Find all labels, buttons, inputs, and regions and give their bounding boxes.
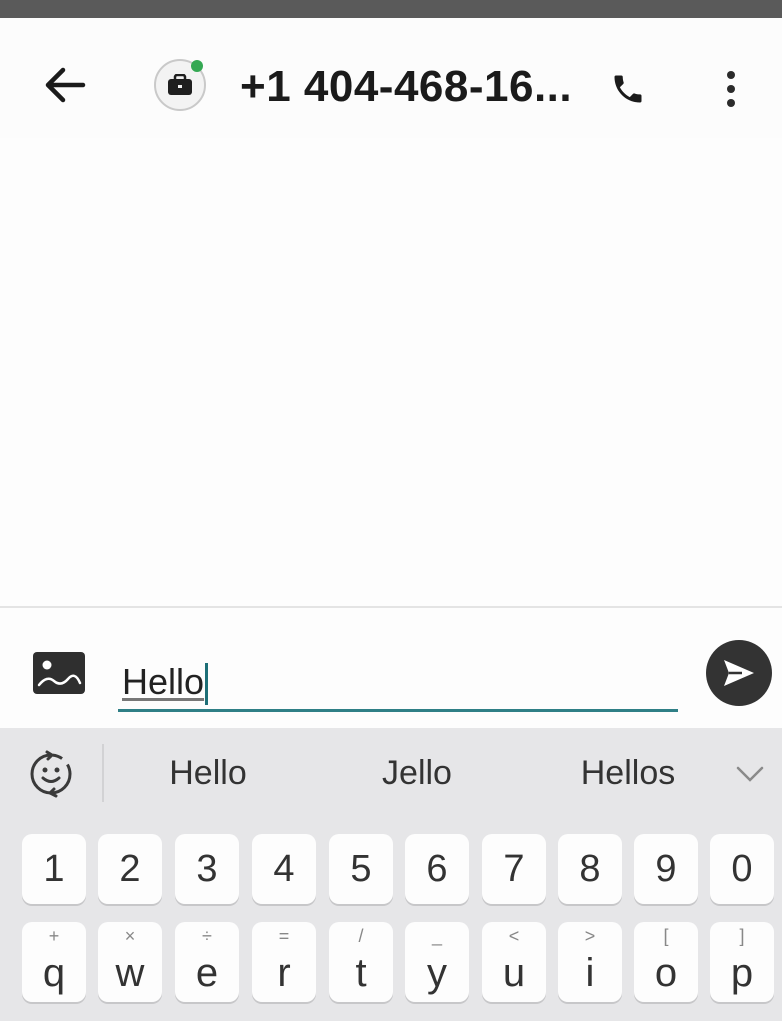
- compose-bar: Hello: [0, 608, 782, 728]
- key-8[interactable]: 8: [558, 834, 622, 904]
- send-button[interactable]: [706, 640, 772, 706]
- key-5[interactable]: 5: [329, 834, 393, 904]
- suggestion-1[interactable]: Hello: [150, 754, 266, 793]
- key-w[interactable]: × w: [98, 922, 162, 1002]
- key-q-label: q: [42, 950, 66, 995]
- message-input[interactable]: Hello: [118, 656, 678, 712]
- image-icon: [33, 652, 85, 694]
- suggestion-strip: Hello Jello Hellos: [0, 728, 782, 818]
- key-u[interactable]: < u: [482, 922, 546, 1002]
- key-o[interactable]: [ o: [634, 922, 698, 1002]
- key-p-hint: ]: [739, 926, 745, 946]
- presence-dot: [191, 60, 203, 72]
- key-e-hint: ÷: [202, 926, 212, 946]
- key-r-hint: =: [278, 926, 290, 946]
- app-bar: +1 404-468-16...: [0, 18, 782, 138]
- key-w-label: w: [115, 950, 145, 995]
- attach-image-button[interactable]: [30, 648, 88, 698]
- avatar[interactable]: [154, 59, 206, 111]
- call-button[interactable]: [598, 64, 658, 114]
- key-r[interactable]: = r: [252, 922, 316, 1002]
- suggestion-3[interactable]: Hellos: [560, 754, 696, 793]
- key-t-label: t: [355, 950, 367, 995]
- key-o-label: o: [654, 950, 678, 995]
- key-y[interactable]: _ y: [405, 922, 469, 1002]
- emoji-icon: [30, 750, 72, 798]
- back-button[interactable]: [30, 58, 100, 112]
- key-r-label: r: [277, 950, 291, 995]
- key-1[interactable]: 1: [22, 834, 86, 904]
- key-e[interactable]: ÷ e: [175, 922, 239, 1002]
- key-u-hint: <: [508, 926, 520, 946]
- key-t[interactable]: / t: [329, 922, 393, 1002]
- suggestion-2[interactable]: Jello: [362, 754, 472, 793]
- conversation-area: [0, 138, 782, 606]
- key-o-hint: [: [663, 926, 669, 946]
- key-y-label: y: [427, 950, 447, 995]
- key-p[interactable]: ] p: [710, 922, 774, 1002]
- key-0[interactable]: 0: [710, 834, 774, 904]
- key-6[interactable]: 6: [405, 834, 469, 904]
- key-u-label: u: [502, 950, 526, 995]
- key-w-hint: ×: [124, 926, 136, 946]
- keyboard: 1 2 3 4 5 6 7 8 9 0 + q × w ÷ e = r / t …: [0, 818, 782, 1021]
- key-y-hint: _: [431, 926, 442, 946]
- suggestion-separator: [102, 744, 104, 802]
- contact-name[interactable]: +1 404-468-16...: [240, 62, 572, 112]
- briefcase-icon: [168, 74, 192, 95]
- emoji-toggle-button[interactable]: [20, 746, 82, 802]
- key-9[interactable]: 9: [634, 834, 698, 904]
- chevron-down-icon: [736, 766, 764, 782]
- back-arrow-icon: [45, 67, 86, 103]
- key-i-label: i: [585, 950, 595, 995]
- key-4[interactable]: 4: [252, 834, 316, 904]
- key-i[interactable]: > i: [558, 922, 622, 1002]
- key-q-hint: +: [48, 926, 60, 946]
- more-vert-icon: [727, 71, 735, 107]
- more-options-button[interactable]: [708, 62, 754, 116]
- key-t-hint: /: [358, 926, 364, 946]
- key-e-label: e: [195, 950, 219, 995]
- status-bar: [0, 0, 782, 18]
- key-7[interactable]: 7: [482, 834, 546, 904]
- send-icon: [724, 660, 754, 686]
- key-i-hint: >: [584, 926, 596, 946]
- key-q[interactable]: + q: [22, 922, 86, 1002]
- message-text: Hello: [122, 661, 205, 702]
- phone-icon: [614, 75, 642, 103]
- key-3[interactable]: 3: [175, 834, 239, 904]
- key-2[interactable]: 2: [98, 834, 162, 904]
- key-p-label: p: [730, 950, 754, 995]
- expand-suggestions-button[interactable]: [728, 752, 772, 796]
- text-caret: [205, 663, 209, 706]
